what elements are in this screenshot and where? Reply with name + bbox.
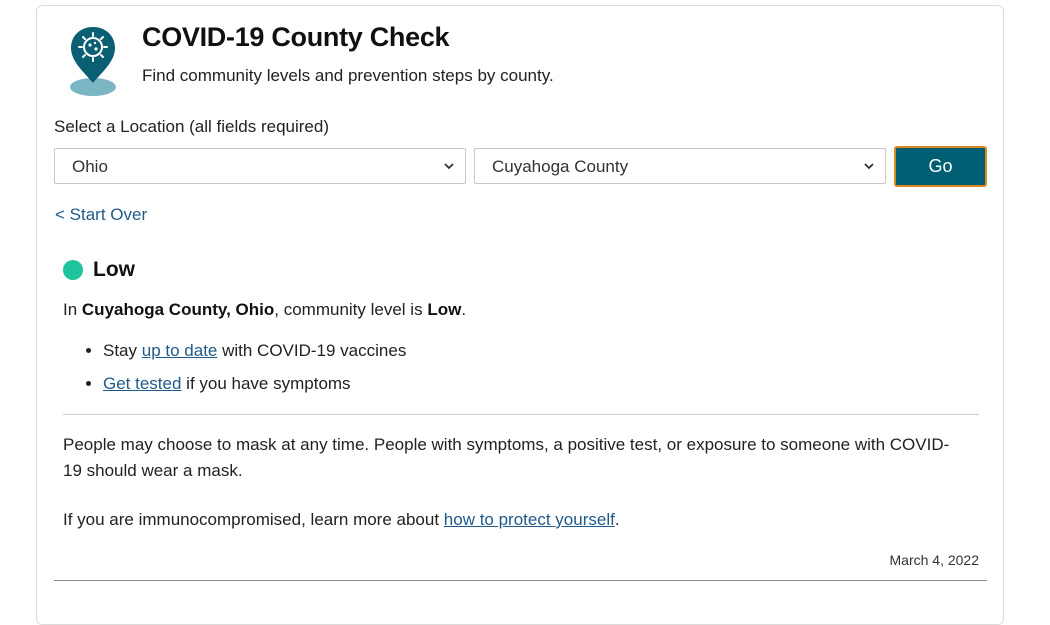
page-title: COVID-19 County Check	[142, 22, 450, 52]
page-subtitle: Find community levels and prevention ste…	[142, 66, 554, 85]
mask-guidance-text: People may choose to mask at any time. P…	[63, 435, 950, 480]
bullet-text: Stay	[103, 341, 142, 360]
county-select-value: Cuyahoga County	[492, 157, 629, 176]
immunocompromised-text: If you are immunocompromised, learn more…	[63, 510, 620, 530]
sentence-prefix: In	[63, 300, 82, 319]
community-level-title: Low	[93, 258, 135, 281]
community-level-sentence: In Cuyahoga County, Ohio, community leve…	[63, 300, 466, 320]
divider	[63, 414, 979, 415]
map-pin-virus-icon	[70, 27, 116, 96]
go-button[interactable]: Go	[894, 146, 987, 187]
bullet-text: if you have symptoms	[181, 374, 351, 393]
list-item: Stay up to date with COVID-19 vaccines	[103, 340, 406, 362]
state-select-value: Ohio	[72, 157, 108, 176]
get-tested-link[interactable]: Get tested	[103, 374, 181, 393]
sentence-middle: , community level is	[274, 300, 428, 319]
chevron-down-icon	[864, 163, 874, 170]
sentence-location: Cuyahoga County, Ohio	[81, 300, 275, 319]
level-indicator-dot	[63, 260, 83, 280]
protect-yourself-link[interactable]: how to protect yourself	[444, 510, 615, 529]
update-date: March 4, 2022	[889, 552, 980, 568]
immuno-prefix: If you are immunocompromised, learn more…	[63, 510, 444, 529]
list-item: Get tested if you have symptoms	[103, 373, 406, 395]
state-select[interactable]: Ohio	[54, 148, 466, 184]
sentence-end: .	[461, 300, 467, 319]
prevention-steps-list: Stay up to date with COVID-19 vaccines G…	[63, 340, 406, 406]
immuno-suffix: .	[614, 510, 620, 529]
county-select[interactable]: Cuyahoga County	[474, 148, 886, 184]
start-over-link[interactable]: < Start Over	[55, 205, 147, 225]
sentence-level: Low	[427, 300, 462, 319]
location-label: Select a Location (all fields required)	[54, 117, 329, 136]
bullet-text: with COVID-19 vaccines	[217, 341, 407, 360]
up-to-date-link[interactable]: up to date	[142, 341, 218, 360]
chevron-down-icon	[444, 163, 454, 170]
bottom-divider	[54, 580, 987, 581]
